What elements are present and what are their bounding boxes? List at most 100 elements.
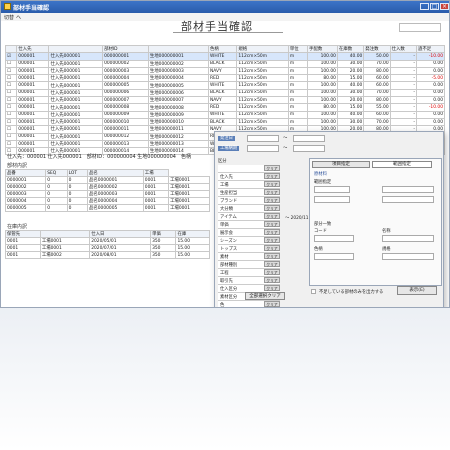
category-clear-button[interactable]: クリア bbox=[264, 237, 280, 243]
table-row[interactable]: ☐ 000001 仕入先000001 000000004 生地000000004 RED 1… bbox=[4, 74, 446, 83]
row-checkbox[interactable]: ☐ bbox=[4, 74, 18, 83]
category-label: アイテム bbox=[220, 215, 237, 220]
category-row[interactable]: 工場 クリア bbox=[218, 181, 280, 189]
table-row[interactable]: 0000005 0 0 品名0000005 0001 工場0001 bbox=[4, 204, 210, 212]
category-clear-button[interactable]: クリア bbox=[264, 173, 280, 179]
table-cell: 000000013 bbox=[102, 139, 149, 149]
row-checkbox[interactable]: ☐ bbox=[4, 132, 18, 141]
category-row[interactable]: 大分類 クリア bbox=[218, 205, 280, 213]
row-checkbox[interactable]: ☐ bbox=[4, 125, 18, 134]
category-clear-button[interactable]: クリア bbox=[264, 277, 280, 283]
table-row[interactable]: ☐ 000001 仕入先000001 000000010 生地000000010 BLAC… bbox=[4, 117, 446, 127]
row-checkbox[interactable]: ☐ bbox=[4, 59, 18, 68]
row-checkbox[interactable]: ☐ bbox=[4, 110, 18, 119]
menu-item-switch[interactable]: 切替 bbox=[4, 14, 14, 21]
tab-item-select[interactable]: 項目指定 bbox=[312, 161, 370, 168]
row-checkbox[interactable]: ☐ bbox=[4, 139, 18, 149]
category-label: 部材種別 bbox=[220, 263, 238, 268]
category-row[interactable]: 仕入先 クリア bbox=[218, 173, 280, 181]
menu-item-help[interactable]: ヘ bbox=[16, 14, 21, 21]
table-cell: m bbox=[287, 81, 309, 90]
category-clear-button[interactable]: クリア bbox=[264, 245, 280, 251]
category-row[interactable]: アイテム クリア bbox=[218, 213, 280, 221]
code-input[interactable] bbox=[314, 235, 354, 242]
category-row[interactable]: 色クリア bbox=[218, 301, 280, 307]
table-cell: 0 bbox=[45, 176, 68, 184]
category-row[interactable]: シーズン クリア bbox=[218, 237, 280, 245]
category-clear-button[interactable]: クリア bbox=[264, 269, 280, 275]
category-clear-button[interactable]: クリア bbox=[264, 189, 280, 195]
table-row[interactable]: ☑ 000001 仕入先000001 000000001 生地000000001 WHIT… bbox=[4, 52, 446, 61]
range-name-to[interactable] bbox=[382, 196, 434, 203]
minimize-button[interactable]: _ bbox=[420, 3, 429, 10]
table-cell: 30.00 bbox=[336, 59, 365, 68]
table-cell: 工場0002 bbox=[39, 251, 91, 259]
table-row[interactable]: ☐ 000001 仕入先000001 000000007 生地000000007 NAVY… bbox=[4, 96, 446, 105]
maximize-button[interactable]: □ bbox=[430, 3, 439, 10]
category-row[interactable]: トップス クリア bbox=[218, 245, 280, 253]
range-from-input[interactable] bbox=[314, 186, 350, 193]
row-checkbox[interactable]: ☑ bbox=[4, 52, 18, 61]
table-row[interactable]: 0000002 0 0 品名0000002 0001 工場0001 bbox=[4, 183, 210, 191]
range-name-from[interactable] bbox=[382, 186, 434, 193]
order-date-from-input[interactable] bbox=[247, 135, 279, 142]
table-row[interactable]: ☐ 000001 仕入先000001 000000005 生地000000005 WHIT… bbox=[4, 81, 446, 90]
category-row[interactable]: 工程 クリア bbox=[218, 269, 280, 277]
factory-due-from-input[interactable] bbox=[247, 145, 279, 152]
category-row[interactable]: ブランド クリア bbox=[218, 197, 280, 205]
table-cell: 000001 bbox=[16, 52, 50, 61]
row-checkbox[interactable]: ☐ bbox=[4, 103, 18, 112]
name-input[interactable] bbox=[382, 235, 434, 242]
category-clear-button[interactable]: クリア bbox=[264, 301, 280, 307]
table-cell: 0000003 bbox=[4, 190, 47, 198]
category-clear-button[interactable]: クリア bbox=[264, 213, 280, 219]
category-row[interactable]: 素材 クリア bbox=[218, 253, 280, 261]
table-row[interactable]: 0001 工場0002 2020/08/01 350 15.00 bbox=[5, 251, 210, 259]
category-clear-button[interactable]: クリア bbox=[264, 229, 280, 235]
range-to-input[interactable] bbox=[314, 196, 350, 203]
table-row[interactable]: 0000001 0 0 品名0000001 0001 工場0001 bbox=[4, 176, 210, 184]
row-checkbox[interactable]: ☐ bbox=[4, 66, 18, 76]
factory-due-to-input[interactable] bbox=[293, 145, 325, 152]
table-cell: 0.00 bbox=[415, 59, 446, 68]
color-input[interactable] bbox=[314, 253, 354, 260]
table-row[interactable]: ☐ 000001 仕入先000001 000000008 生地000000008 RED 1… bbox=[4, 103, 446, 112]
close-button[interactable]: × bbox=[440, 3, 449, 10]
category-row[interactable]: 取引先 クリア bbox=[218, 277, 280, 285]
category-row[interactable]: 部材種別 クリア bbox=[218, 261, 280, 269]
category-row[interactable]: 展示会 クリア bbox=[218, 229, 280, 237]
clear-all-button[interactable]: 全部選択クリア bbox=[245, 292, 285, 300]
table-row[interactable]: ☐ 000001 仕入先000001 000000009 生地000000009 WHIT… bbox=[4, 110, 446, 119]
show-button[interactable]: 表示(E) bbox=[397, 286, 437, 295]
category-row[interactable]: 生産担当 クリア bbox=[218, 189, 280, 197]
shortage-only-checkbox[interactable] bbox=[311, 289, 316, 294]
category-clear-button[interactable]: クリア bbox=[264, 181, 280, 187]
category-clear-button[interactable]: クリア bbox=[264, 285, 280, 291]
table-row[interactable]: 0000004 0 0 品名0000004 0001 工場0001 bbox=[4, 197, 210, 205]
order-date-to-input[interactable] bbox=[293, 135, 325, 142]
row-checkbox[interactable]: ☐ bbox=[4, 96, 18, 105]
category-clear-button[interactable]: クリア bbox=[264, 197, 280, 203]
table-cell: 30.00 bbox=[336, 117, 365, 127]
category-row[interactable]: クリア bbox=[218, 165, 280, 173]
row-checkbox[interactable]: ☐ bbox=[4, 81, 18, 90]
category-row[interactable]: 単価 クリア bbox=[218, 221, 280, 229]
table-cell: - bbox=[389, 96, 417, 105]
row-checkbox[interactable]: ☐ bbox=[4, 88, 18, 98]
category-clear-button[interactable]: クリア bbox=[264, 165, 280, 171]
table-row[interactable]: ☐ 000001 仕入先000001 000000006 生地000000006 BLAC… bbox=[4, 88, 446, 98]
table-row[interactable]: 0001 工場0001 2020/07/01 350 15.00 bbox=[5, 244, 210, 252]
category-clear-button[interactable]: クリア bbox=[264, 253, 280, 259]
table-row[interactable]: 0001 工場0001 2020/05/01 350 15.00 bbox=[5, 237, 210, 245]
category-clear-button[interactable]: クリア bbox=[264, 221, 280, 227]
table-row[interactable]: ☐ 000001 仕入先000001 000000003 生地000000003 NAVY… bbox=[4, 66, 446, 76]
category-clear-button[interactable]: クリア bbox=[264, 205, 280, 211]
spec-input[interactable] bbox=[382, 253, 434, 260]
tab-range-select[interactable]: 範囲指定 bbox=[372, 161, 432, 168]
row-checkbox[interactable]: ☐ bbox=[4, 117, 18, 127]
table-row[interactable]: 0000003 0 0 品名0000003 0001 工場0001 bbox=[4, 190, 210, 198]
table-row[interactable]: ☐ 000001 仕入先000001 000000002 生地000000002 BLAC… bbox=[4, 59, 446, 68]
category-clear-button[interactable]: クリア bbox=[264, 261, 280, 267]
table-cell: 112cm×50m bbox=[236, 103, 289, 112]
grid-header-cell: 色柄 bbox=[208, 44, 238, 54]
